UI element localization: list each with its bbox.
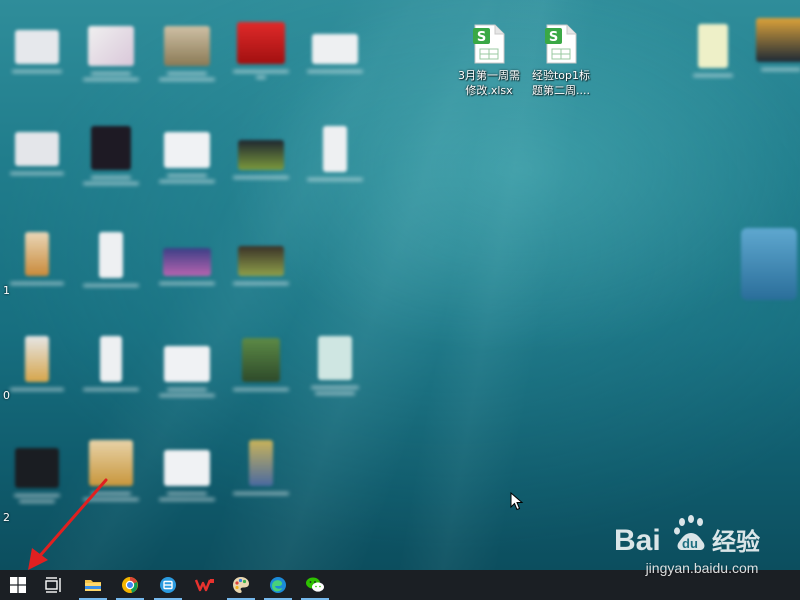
desktop-icon-blurred[interactable]	[150, 346, 224, 406]
desktop-icon-blurred[interactable]	[74, 336, 148, 406]
edge-button[interactable]	[260, 570, 296, 600]
desktop-icon-blurred[interactable]	[74, 232, 148, 302]
desktop-icon-blurred[interactable]	[150, 26, 224, 90]
desktop-icon-blurred[interactable]	[732, 228, 800, 300]
start-button[interactable]	[0, 570, 36, 600]
desktop-icon-blurred[interactable]	[224, 140, 298, 194]
mouse-cursor-icon	[510, 492, 524, 511]
desktop-icon-blurred[interactable]	[744, 18, 800, 86]
file-name-label: 经验top1标 题第二周....	[531, 69, 591, 97]
wechat-button[interactable]	[297, 570, 333, 600]
watermark-url: jingyan.baidu.com	[645, 560, 759, 576]
desktop-icon-blurred[interactable]	[150, 248, 224, 300]
spreadsheet-file-icon[interactable]: S 3月第一周需 修改.xlsx	[452, 24, 526, 98]
spreadsheet-icon: S	[473, 24, 505, 64]
desktop-icon-blurred[interactable]	[0, 132, 74, 190]
desktop-icon-blurred[interactable]	[74, 26, 148, 90]
desktop-icon-blurred[interactable]	[298, 34, 372, 88]
mail-icon	[160, 577, 176, 593]
svg-text:S: S	[477, 30, 486, 45]
file-explorer-button[interactable]	[75, 570, 111, 600]
desktop-icon-blurred[interactable]	[224, 22, 298, 88]
spreadsheet-icon: S	[545, 24, 577, 64]
task-view-icon	[45, 577, 61, 593]
desktop-icon-blurred[interactable]	[0, 336, 74, 406]
windows-logo-icon	[10, 577, 26, 593]
edge-text: 1	[3, 284, 10, 297]
wps-button[interactable]	[187, 570, 223, 600]
wechat-icon	[306, 577, 324, 592]
file-name-label: 3月第一周需 修改.xlsx	[458, 69, 520, 97]
svg-text:S: S	[549, 30, 558, 45]
watermark-brand: Bai	[614, 524, 661, 557]
desktop-icon-blurred[interactable]	[150, 132, 224, 192]
browser-icon	[122, 577, 138, 593]
mail-button[interactable]	[150, 570, 186, 600]
baidu-logo-icon: Bai du 经验	[614, 515, 760, 557]
edge-text: 2	[3, 511, 10, 524]
desktop-icon-blurred[interactable]	[0, 232, 74, 300]
edge-text: 0	[3, 389, 10, 402]
desktop-icon-blurred[interactable]	[150, 450, 224, 510]
wps-icon	[195, 579, 214, 592]
desktop-icon-blurred[interactable]	[0, 30, 74, 88]
desktop-icon-blurred[interactable]	[298, 126, 372, 196]
task-view-button[interactable]	[36, 570, 72, 600]
folder-icon	[85, 580, 101, 591]
desktop-icon-blurred[interactable]	[676, 24, 750, 92]
spreadsheet-file-icon[interactable]: S 经验top1标 题第二周....	[524, 24, 598, 98]
palette-icon	[233, 577, 249, 593]
desktop-icon-blurred[interactable]	[74, 126, 148, 194]
browser-button[interactable]	[112, 570, 148, 600]
svg-text:du: du	[682, 536, 698, 551]
watermark-brand-chinese: 经验	[712, 528, 760, 556]
desktop-icon-blurred[interactable]	[298, 336, 372, 404]
desktop-icon-blurred[interactable]	[224, 338, 298, 406]
desktop-icon-blurred[interactable]	[224, 440, 298, 510]
red-arrow-annotation	[28, 478, 108, 570]
edge-icon	[270, 577, 286, 593]
paint-button[interactable]	[223, 570, 259, 600]
desktop-icon-blurred[interactable]	[224, 246, 298, 300]
baidu-jingyan-watermark: Bai du 经验 jingyan.baidu.com	[612, 512, 792, 582]
